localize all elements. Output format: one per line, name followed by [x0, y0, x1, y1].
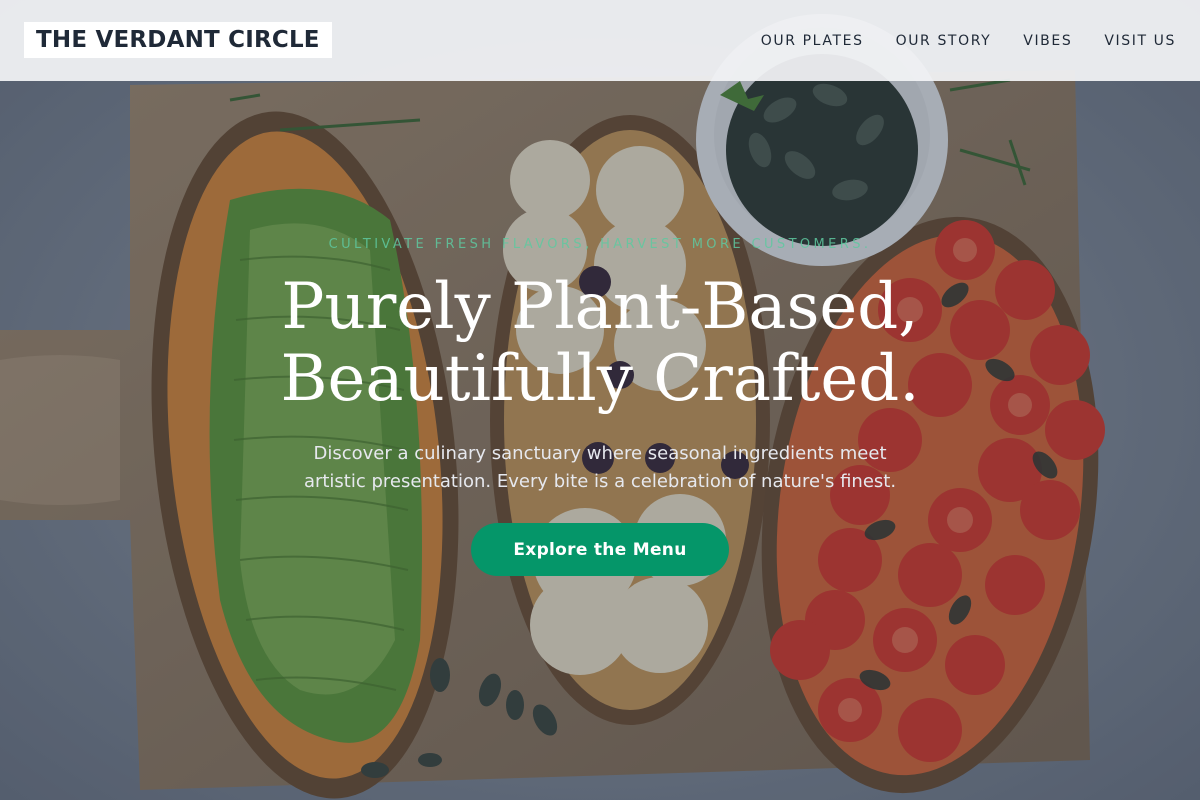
- hero-headline: Purely Plant-Based, Beautifully Crafted.: [0, 271, 1200, 415]
- hero-headline-line-2: Beautifully Crafted.: [280, 342, 920, 416]
- hero-tagline: CULTIVATE FRESH FLAVORS, HARVEST MORE CU…: [328, 237, 872, 252]
- site-header: THE VERDANT CIRCLE OUR PLATES OUR STORY …: [0, 0, 1200, 81]
- nav-link-visit-us[interactable]: VISIT US: [1104, 33, 1176, 49]
- main-nav: OUR PLATES OUR STORY VIBES VISIT US: [761, 0, 1176, 81]
- hero-headline-line-1: Purely Plant-Based,: [281, 270, 919, 344]
- nav-link-our-plates[interactable]: OUR PLATES: [761, 33, 864, 49]
- hero-description-line-1: Discover a culinary sanctuary where seas…: [313, 443, 887, 464]
- nav-link-our-story[interactable]: OUR STORY: [896, 33, 992, 49]
- hero-description-line-2: artistic presentation. Every bite is a c…: [303, 471, 897, 492]
- hero-section: CULTIVATE FRESH FLAVORS, HARVEST MORE CU…: [0, 81, 1200, 800]
- nav-link-vibes[interactable]: VIBES: [1023, 33, 1072, 49]
- explore-menu-button[interactable]: Explore the Menu: [471, 523, 729, 576]
- brand-logo[interactable]: THE VERDANT CIRCLE: [24, 22, 332, 58]
- hero-description: Discover a culinary sanctuary where seas…: [250, 440, 950, 496]
